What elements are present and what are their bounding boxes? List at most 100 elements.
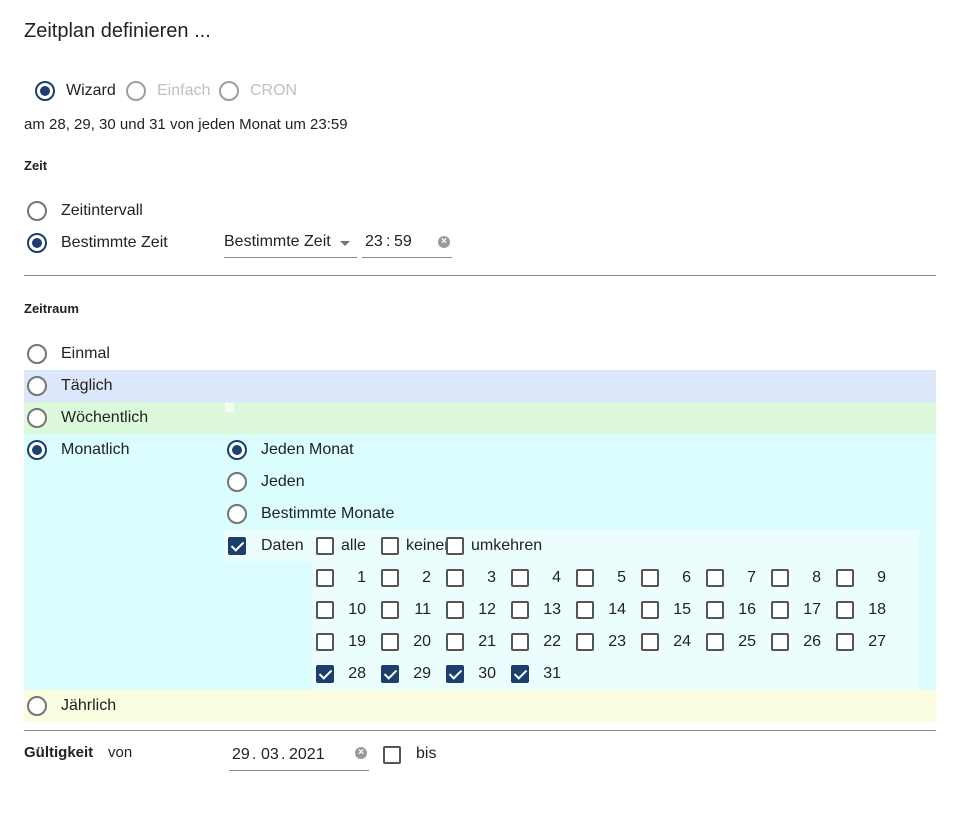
- mode-wizard-radio[interactable]: [35, 81, 55, 101]
- from-day[interactable]: 29: [232, 745, 250, 765]
- day-15-checkbox[interactable]: [641, 601, 659, 619]
- day-18-checkbox[interactable]: [836, 601, 854, 619]
- day-27-label[interactable]: 27: [858, 632, 886, 652]
- day-16-label[interactable]: 16: [728, 600, 756, 620]
- select-all-label[interactable]: alle: [341, 536, 366, 556]
- day-28-label[interactable]: 28: [338, 664, 366, 684]
- day-10-label[interactable]: 10: [338, 600, 366, 620]
- jaehrlich-radio[interactable]: [27, 696, 47, 716]
- day-14-checkbox[interactable]: [576, 601, 594, 619]
- day-16-checkbox[interactable]: [706, 601, 724, 619]
- mode-cron-radio[interactable]: [219, 81, 239, 101]
- day-30-checkbox[interactable]: [446, 665, 464, 683]
- day-18-label[interactable]: 18: [858, 600, 886, 620]
- time-type-select[interactable]: Bestimmte Zeit: [224, 232, 357, 258]
- day-31-checkbox[interactable]: [511, 665, 529, 683]
- day-25-label[interactable]: 25: [728, 632, 756, 652]
- day-1-checkbox[interactable]: [316, 569, 334, 587]
- day-28-checkbox[interactable]: [316, 665, 334, 683]
- day-8-label[interactable]: 8: [793, 568, 821, 588]
- day-22-label[interactable]: 22: [533, 632, 561, 652]
- day-19-checkbox[interactable]: [316, 633, 334, 651]
- bestimmte-monate-radio[interactable]: [227, 504, 247, 524]
- day-11-checkbox[interactable]: [381, 601, 399, 619]
- day-10-checkbox[interactable]: [316, 601, 334, 619]
- day-8-checkbox[interactable]: [771, 569, 789, 587]
- select-all-checkbox[interactable]: [316, 537, 334, 555]
- taeglich-radio[interactable]: [27, 376, 47, 396]
- day-20-label[interactable]: 20: [403, 632, 431, 652]
- time-minutes[interactable]: 59: [394, 232, 412, 252]
- day-17-checkbox[interactable]: [771, 601, 789, 619]
- from-month[interactable]: 03: [261, 745, 279, 765]
- jeden-label[interactable]: Jeden: [261, 472, 305, 492]
- woechentlich-label[interactable]: Wöchentlich: [61, 408, 148, 428]
- day-6-checkbox[interactable]: [641, 569, 659, 587]
- mode-cron-label[interactable]: CRON: [250, 81, 297, 101]
- day-2-checkbox[interactable]: [381, 569, 399, 587]
- day-7-checkbox[interactable]: [706, 569, 724, 587]
- jeden-monat-label[interactable]: Jeden Monat: [261, 440, 354, 460]
- day-14-label[interactable]: 14: [598, 600, 626, 620]
- day-5-checkbox[interactable]: [576, 569, 594, 587]
- day-17-label[interactable]: 17: [793, 600, 821, 620]
- day-31-label[interactable]: 31: [533, 664, 561, 684]
- day-3-label[interactable]: 3: [468, 568, 496, 588]
- day-13-label[interactable]: 13: [533, 600, 561, 620]
- to-label[interactable]: bis: [416, 744, 436, 764]
- day-9-label[interactable]: 9: [858, 568, 886, 588]
- day-24-label[interactable]: 24: [663, 632, 691, 652]
- bestimmte-zeit-label[interactable]: Bestimmte Zeit: [61, 233, 168, 253]
- bestimmte-monate-label[interactable]: Bestimmte Monate: [261, 504, 394, 524]
- day-20-checkbox[interactable]: [381, 633, 399, 651]
- from-year[interactable]: 2021: [289, 745, 325, 765]
- zeitintervall-radio[interactable]: [27, 201, 47, 221]
- day-5-label[interactable]: 5: [598, 568, 626, 588]
- day-9-checkbox[interactable]: [836, 569, 854, 587]
- select-none-checkbox[interactable]: [381, 537, 399, 555]
- jeden-radio[interactable]: [227, 472, 247, 492]
- day-19-label[interactable]: 19: [338, 632, 366, 652]
- day-29-checkbox[interactable]: [381, 665, 399, 683]
- time-hours[interactable]: 23: [365, 232, 383, 252]
- day-11-label[interactable]: 11: [403, 600, 431, 620]
- invert-label[interactable]: umkehren: [471, 536, 542, 556]
- day-4-checkbox[interactable]: [511, 569, 529, 587]
- monatlich-label[interactable]: Monatlich: [61, 440, 129, 460]
- day-24-checkbox[interactable]: [641, 633, 659, 651]
- select-none-label[interactable]: keiner: [406, 536, 450, 556]
- monatlich-radio[interactable]: [27, 440, 47, 460]
- day-23-checkbox[interactable]: [576, 633, 594, 651]
- day-3-checkbox[interactable]: [446, 569, 464, 587]
- day-27-checkbox[interactable]: [836, 633, 854, 651]
- daten-label[interactable]: Daten: [261, 536, 304, 556]
- woechentlich-radio[interactable]: [27, 408, 47, 428]
- mode-wizard-label[interactable]: Wizard: [66, 81, 116, 101]
- day-23-label[interactable]: 23: [598, 632, 626, 652]
- day-7-label[interactable]: 7: [728, 568, 756, 588]
- zeitintervall-label[interactable]: Zeitintervall: [61, 201, 143, 221]
- to-date-checkbox[interactable]: [383, 746, 401, 764]
- day-21-checkbox[interactable]: [446, 633, 464, 651]
- day-22-checkbox[interactable]: [511, 633, 529, 651]
- day-1-label[interactable]: 1: [338, 568, 366, 588]
- day-13-checkbox[interactable]: [511, 601, 529, 619]
- day-2-label[interactable]: 2: [403, 568, 431, 588]
- day-26-label[interactable]: 26: [793, 632, 821, 652]
- day-29-label[interactable]: 29: [403, 664, 431, 684]
- from-date-input[interactable]: 29 . 03 . 2021 ×: [229, 744, 369, 771]
- day-30-label[interactable]: 30: [468, 664, 496, 684]
- mode-einfach-radio[interactable]: [126, 81, 146, 101]
- einmal-label[interactable]: Einmal: [61, 344, 110, 364]
- daten-checkbox[interactable]: [228, 537, 246, 555]
- bestimmte-zeit-radio[interactable]: [27, 233, 47, 253]
- clear-icon[interactable]: ×: [438, 236, 450, 248]
- jaehrlich-label[interactable]: Jährlich: [61, 696, 116, 716]
- day-4-label[interactable]: 4: [533, 568, 561, 588]
- day-12-checkbox[interactable]: [446, 601, 464, 619]
- clear-icon[interactable]: ×: [355, 747, 367, 759]
- day-26-checkbox[interactable]: [771, 633, 789, 651]
- invert-checkbox[interactable]: [446, 537, 464, 555]
- day-15-label[interactable]: 15: [663, 600, 691, 620]
- day-12-label[interactable]: 12: [468, 600, 496, 620]
